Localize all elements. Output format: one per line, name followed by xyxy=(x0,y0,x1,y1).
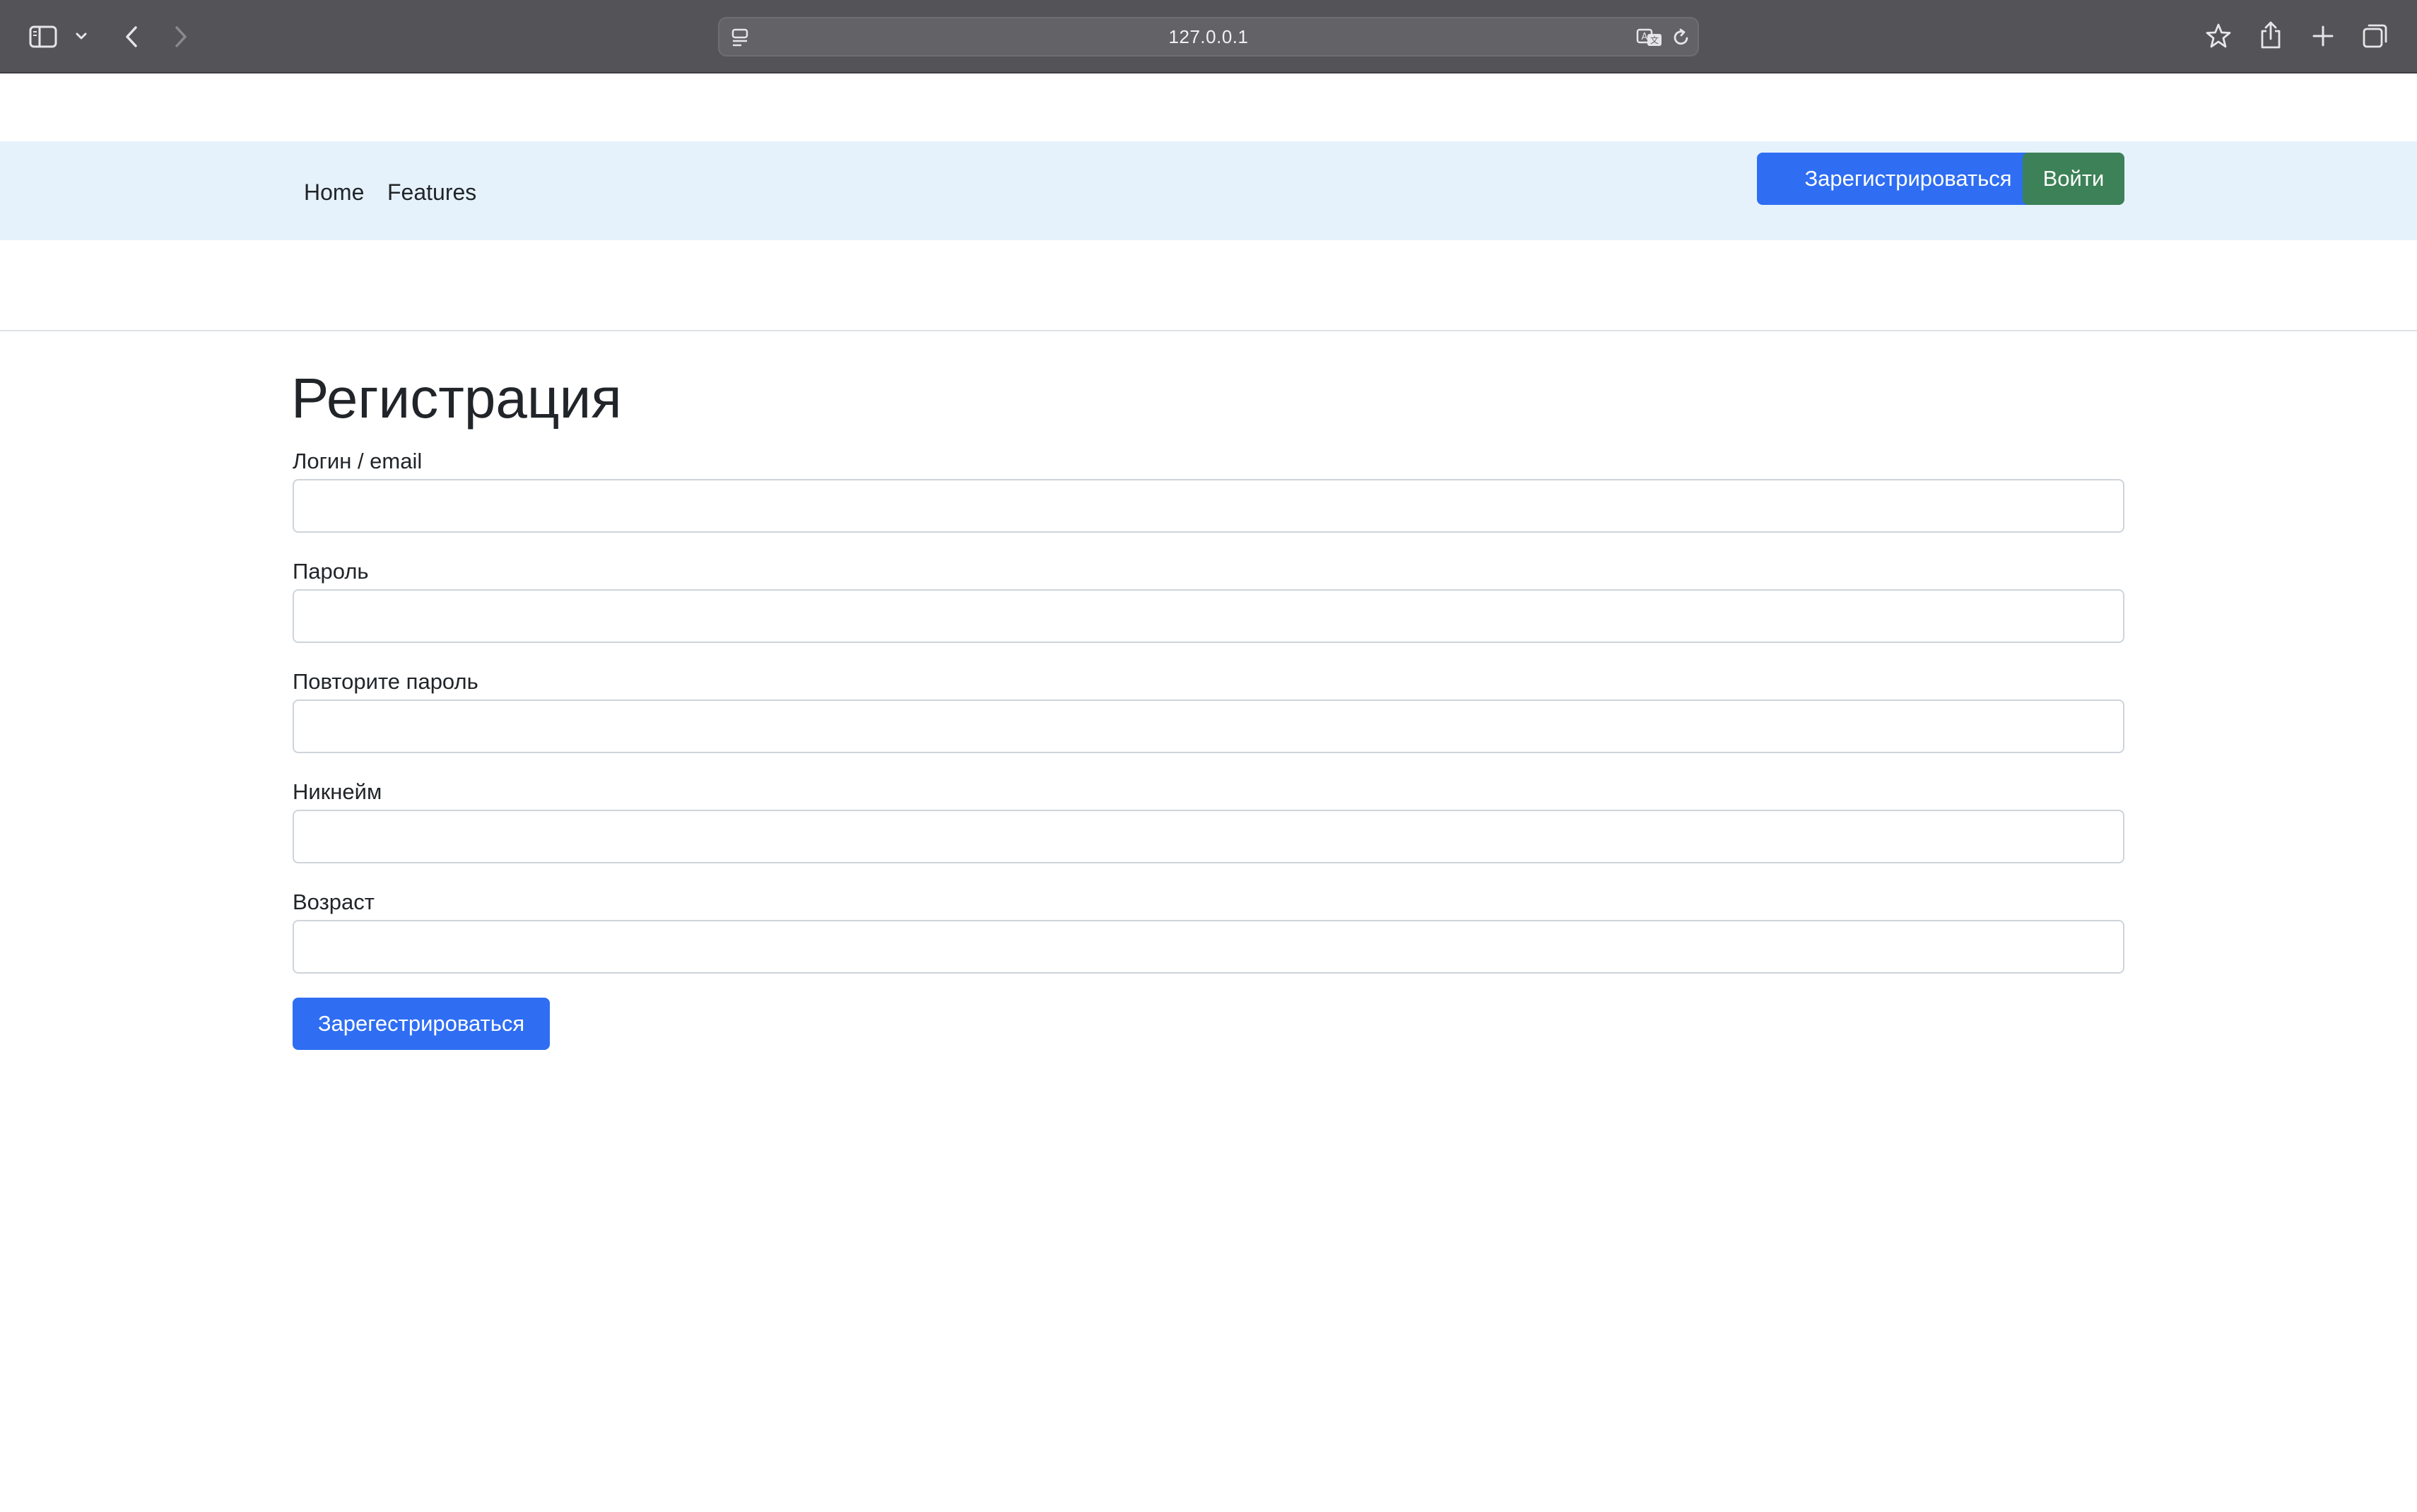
login-email-input[interactable] xyxy=(293,479,2124,533)
tab-group-menu-button[interactable] xyxy=(71,25,92,47)
password-input[interactable] xyxy=(293,589,2124,643)
browser-toolbar: 127.0.0.1 A 文 xyxy=(0,0,2417,73)
age-label: Возраст xyxy=(293,890,375,914)
age-input[interactable] xyxy=(293,920,2124,974)
page-title: Регистрация xyxy=(291,367,622,430)
back-arrow-icon xyxy=(124,25,139,49)
tab-overview-button[interactable] xyxy=(2359,20,2392,52)
translate-icon[interactable]: A 文 xyxy=(1635,25,1664,49)
divider xyxy=(0,330,2417,331)
repeat-password-label: Повторите пароль xyxy=(293,669,478,694)
sidebar-icon xyxy=(29,25,57,48)
plus-icon xyxy=(2312,25,2334,47)
svg-text:文: 文 xyxy=(1650,35,1659,45)
back-button[interactable] xyxy=(117,21,146,52)
bookmark-button[interactable] xyxy=(2202,20,2235,52)
submit-register-button[interactable]: Зарегестрироваться xyxy=(293,998,550,1050)
nav-link-home[interactable]: Home xyxy=(304,178,364,206)
nav-register-button[interactable]: Зарегистрироваться xyxy=(1757,153,2059,205)
chevron-down-icon xyxy=(75,32,88,40)
nickname-input[interactable] xyxy=(293,810,2124,863)
nav-link-features[interactable]: Features xyxy=(387,178,476,206)
star-icon xyxy=(2204,22,2233,50)
url-text: 127.0.0.1 xyxy=(1168,25,1249,47)
forward-button[interactable] xyxy=(167,21,195,52)
tabs-icon xyxy=(2362,23,2389,49)
forward-arrow-icon xyxy=(173,25,189,49)
reload-icon[interactable] xyxy=(1669,25,1693,49)
svg-text:A: A xyxy=(1642,32,1648,42)
share-button[interactable] xyxy=(2254,18,2287,52)
login-email-label: Логин / email xyxy=(293,449,423,473)
address-bar[interactable]: 127.0.0.1 A 文 xyxy=(718,17,1699,57)
repeat-password-input[interactable] xyxy=(293,699,2124,753)
share-icon xyxy=(2259,20,2283,50)
sidebar-toggle-button[interactable] xyxy=(27,21,59,52)
navbar: Home Features Зарегистрироваться Войти xyxy=(0,141,2417,240)
nickname-label: Никнейм xyxy=(293,779,382,804)
nav-login-button[interactable]: Войти xyxy=(2023,153,2124,205)
new-tab-button[interactable] xyxy=(2307,20,2339,52)
password-label: Пароль xyxy=(293,559,369,584)
